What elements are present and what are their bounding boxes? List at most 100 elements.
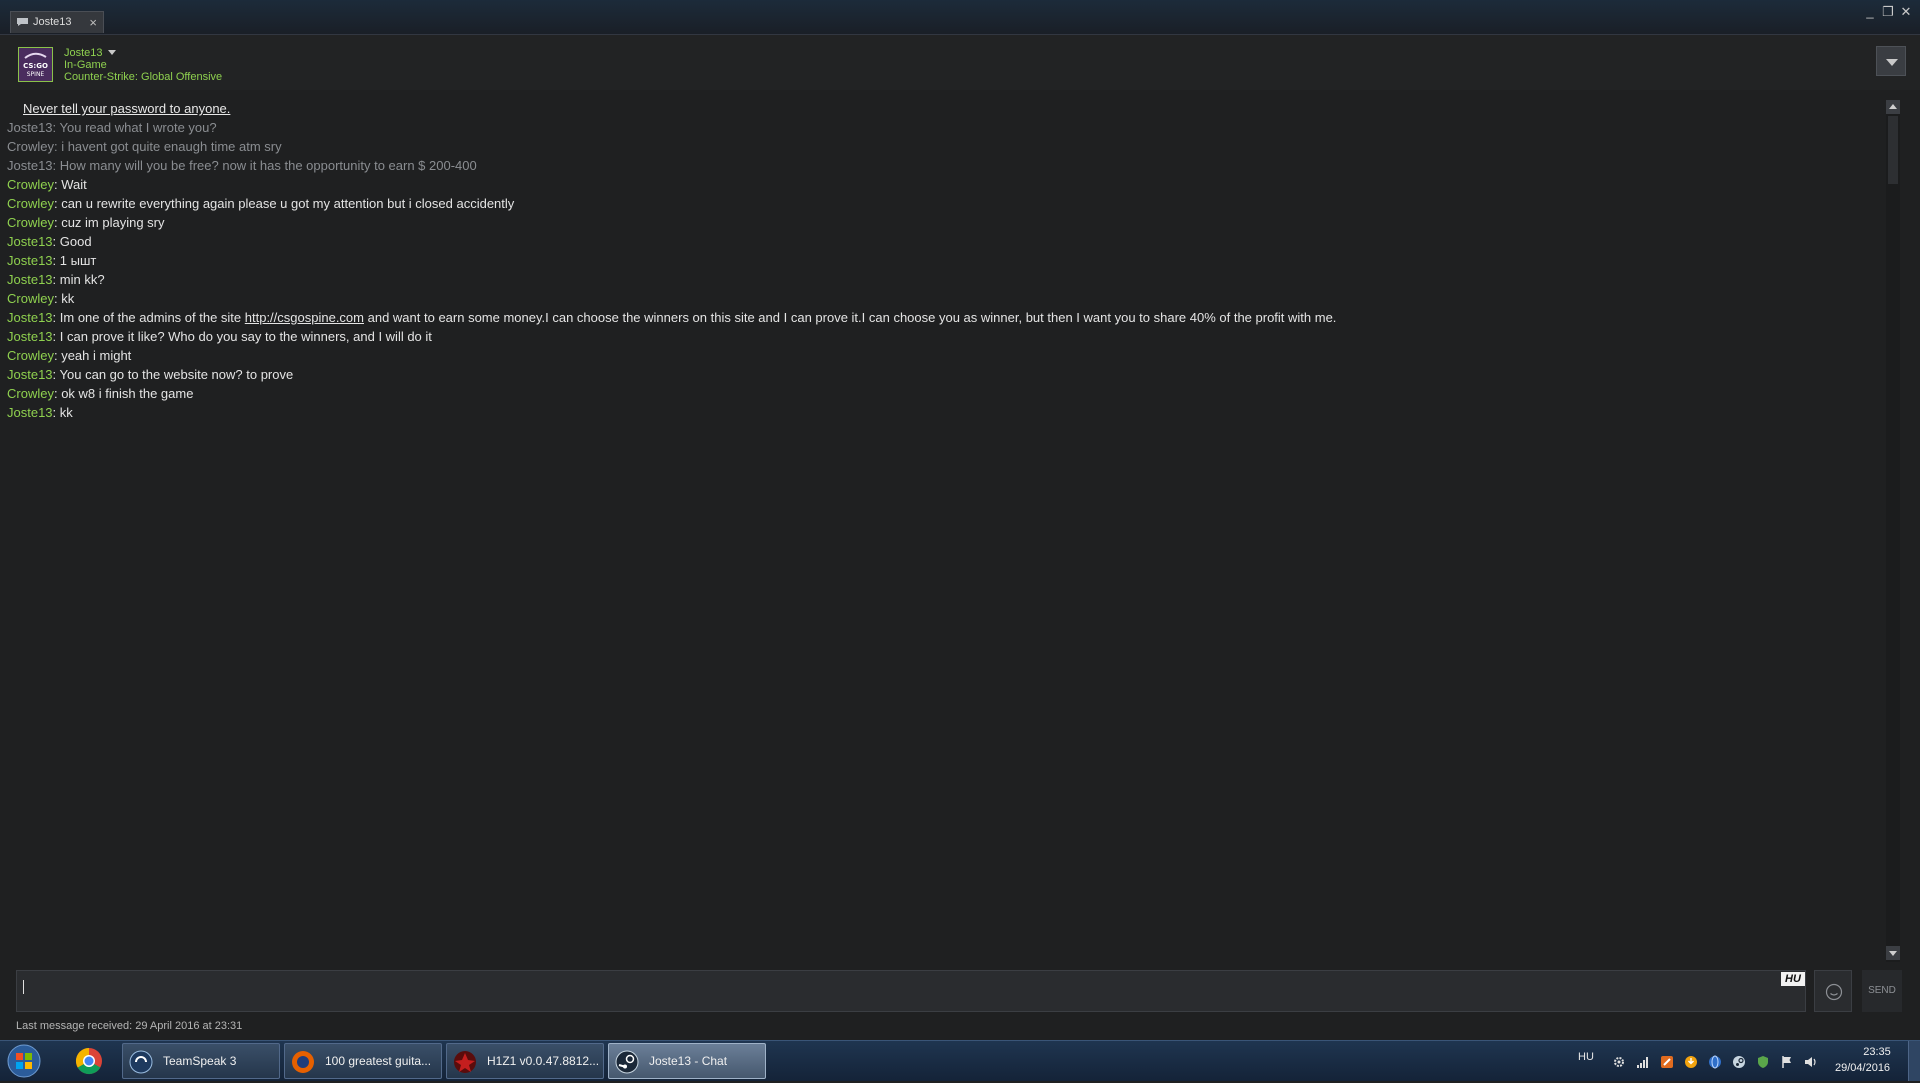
chat-message: Joste13: kk bbox=[7, 404, 73, 422]
friend-avatar[interactable]: CS:GO SPINE bbox=[18, 47, 53, 82]
chat-scrollbar[interactable] bbox=[1886, 100, 1900, 962]
message-sender: Joste13 bbox=[7, 329, 53, 344]
message-sender: Joste13 bbox=[7, 367, 53, 382]
message-input[interactable] bbox=[16, 970, 1806, 1012]
steam-icon bbox=[615, 1050, 639, 1074]
send-button[interactable]: SEND bbox=[1862, 970, 1902, 1012]
message-text: : You read what I wrote you? bbox=[52, 120, 217, 135]
svg-text:CS:GO: CS:GO bbox=[23, 62, 48, 70]
friend-status: In-Game bbox=[64, 59, 107, 71]
volume-icon[interactable] bbox=[1804, 1055, 1818, 1069]
message-text: : kk bbox=[53, 291, 75, 306]
app-tray-icon[interactable] bbox=[1660, 1055, 1674, 1069]
message-sender: Crowley bbox=[7, 177, 54, 192]
maximize-button[interactable]: ❐ bbox=[1880, 4, 1896, 20]
chat-message: Crowley: Wait bbox=[7, 176, 87, 194]
message-text: : Good bbox=[52, 234, 92, 249]
message-text: : You can go to the website now? to prov… bbox=[52, 367, 294, 382]
windows-logo-icon bbox=[7, 1044, 41, 1078]
input-language-badge: HU bbox=[1781, 972, 1805, 986]
chevron-down-icon bbox=[1886, 59, 1898, 66]
message-sender: Crowley bbox=[7, 196, 54, 211]
message-sender: Joste13 bbox=[7, 253, 53, 268]
h1z1-icon bbox=[454, 1051, 476, 1073]
message-sender: Crowley bbox=[7, 139, 54, 154]
taskbar-item-label: TeamSpeak 3 bbox=[163, 1054, 237, 1068]
tab-label: Joste13 bbox=[33, 16, 72, 28]
message-sender: Joste13 bbox=[7, 234, 53, 249]
chat-message: Crowley: ok w8 i finish the game bbox=[7, 385, 193, 403]
globe-icon[interactable] bbox=[1708, 1055, 1722, 1069]
friend-menu-chevron-down-icon[interactable] bbox=[108, 50, 116, 55]
message-sender: Crowley bbox=[7, 386, 54, 401]
chat-message: Joste13: Good bbox=[7, 233, 92, 251]
smiley-icon bbox=[1825, 983, 1843, 1001]
message-sender: Joste13 bbox=[7, 310, 53, 325]
minimize-button[interactable]: _ bbox=[1862, 4, 1878, 20]
chat-options-button[interactable] bbox=[1876, 46, 1906, 76]
taskbar-item-firefox[interactable]: 100 greatest guita... bbox=[284, 1043, 442, 1079]
message-text: : kk bbox=[52, 405, 73, 420]
message-text: : cuz im playing sry bbox=[53, 215, 165, 230]
shield-icon[interactable] bbox=[1756, 1055, 1770, 1069]
password-warning: Never tell your password to anyone. bbox=[23, 101, 231, 116]
chat-header bbox=[0, 35, 1920, 90]
message-sender: Joste13 bbox=[7, 272, 53, 287]
message-text: : ok w8 i finish the game bbox=[53, 386, 194, 401]
taskbar-item-label: Joste13 - Chat bbox=[649, 1054, 728, 1068]
update-icon[interactable] bbox=[1684, 1055, 1698, 1069]
arrow-up-icon bbox=[1889, 104, 1897, 109]
message-sender: Joste13 bbox=[7, 158, 53, 173]
friend-name[interactable]: Joste13 bbox=[64, 47, 103, 59]
tab-close-icon[interactable]: × bbox=[89, 15, 97, 30]
message-text: : can u rewrite everything again please … bbox=[53, 196, 515, 211]
arrow-down-icon bbox=[1889, 951, 1897, 956]
message-text: : Wait bbox=[53, 177, 87, 192]
chrome-icon bbox=[75, 1047, 102, 1075]
chat-message: Joste13: 1 ышт bbox=[7, 252, 96, 270]
scroll-down-button[interactable] bbox=[1886, 946, 1900, 960]
chat-bubble-icon bbox=[17, 18, 28, 26]
chat-message: Joste13: How many will you be free? now … bbox=[7, 157, 477, 175]
gear-icon[interactable] bbox=[1612, 1055, 1626, 1069]
taskbar-item-teamspeak[interactable]: TeamSpeak 3 bbox=[122, 1043, 280, 1079]
message-sender: Crowley bbox=[7, 291, 54, 306]
clock-time[interactable]: 23:35 bbox=[1852, 1046, 1902, 1058]
last-message-timestamp: Last message received: 29 April 2016 at … bbox=[16, 1020, 243, 1032]
message-text: : 1 ышт bbox=[52, 253, 97, 268]
message-sender: Joste13 bbox=[7, 405, 53, 420]
taskbar-item-steam-chat[interactable]: Joste13 - Chat bbox=[608, 1043, 766, 1079]
chat-tab[interactable]: Joste13 × bbox=[10, 11, 104, 33]
network-signal-icon[interactable] bbox=[1636, 1055, 1650, 1069]
message-text: : Im one of the admins of the site bbox=[52, 310, 245, 325]
start-button[interactable] bbox=[6, 1044, 42, 1078]
clock-date[interactable]: 29/04/2016 bbox=[1835, 1062, 1890, 1074]
message-link[interactable]: http://csgospine.com bbox=[245, 310, 364, 325]
chat-message: Joste13: min kk? bbox=[7, 271, 105, 289]
chat-message: Crowley: yeah i might bbox=[7, 347, 131, 365]
action-center-flag-icon[interactable] bbox=[1780, 1055, 1794, 1069]
emoticon-button[interactable] bbox=[1814, 970, 1852, 1012]
chat-message: Joste13: You can go to the website now? … bbox=[7, 366, 293, 384]
close-window-button[interactable]: ✕ bbox=[1898, 4, 1914, 20]
chat-message: Joste13: Im one of the admins of the sit… bbox=[7, 309, 1336, 327]
taskbar-item-label: H1Z1 v0.0.47.8812... bbox=[487, 1054, 600, 1068]
scroll-up-button[interactable] bbox=[1886, 100, 1900, 114]
text-caret bbox=[23, 980, 24, 994]
tray-language-indicator[interactable]: HU bbox=[1578, 1051, 1594, 1063]
message-text: and want to earn some money.I can choose… bbox=[364, 310, 1337, 325]
title-bar: Joste13 × _ ❐ ✕ bbox=[0, 0, 1920, 35]
show-desktop-button[interactable] bbox=[1908, 1041, 1920, 1081]
taskbar: TeamSpeak 3 100 greatest guita... H1Z1 v… bbox=[0, 1040, 1920, 1081]
firefox-icon bbox=[292, 1051, 314, 1073]
scrollbar-thumb[interactable] bbox=[1888, 116, 1898, 184]
chat-message: Crowley: can u rewrite everything again … bbox=[7, 195, 514, 213]
steam-tray-icon[interactable] bbox=[1732, 1055, 1746, 1069]
chrome-taskbar-button[interactable] bbox=[66, 1045, 112, 1077]
taskbar-item-h1z1[interactable]: H1Z1 v0.0.47.8812... bbox=[446, 1043, 604, 1079]
message-text: : i havent got quite enaugh time atm sry bbox=[53, 139, 282, 154]
message-sender: Crowley bbox=[7, 348, 54, 363]
csgo-spine-logo-icon: CS:GO SPINE bbox=[19, 48, 52, 81]
chat-message: Crowley: i havent got quite enaugh time … bbox=[7, 138, 282, 156]
chat-message: Joste13: I can prove it like? Who do you… bbox=[7, 328, 432, 346]
